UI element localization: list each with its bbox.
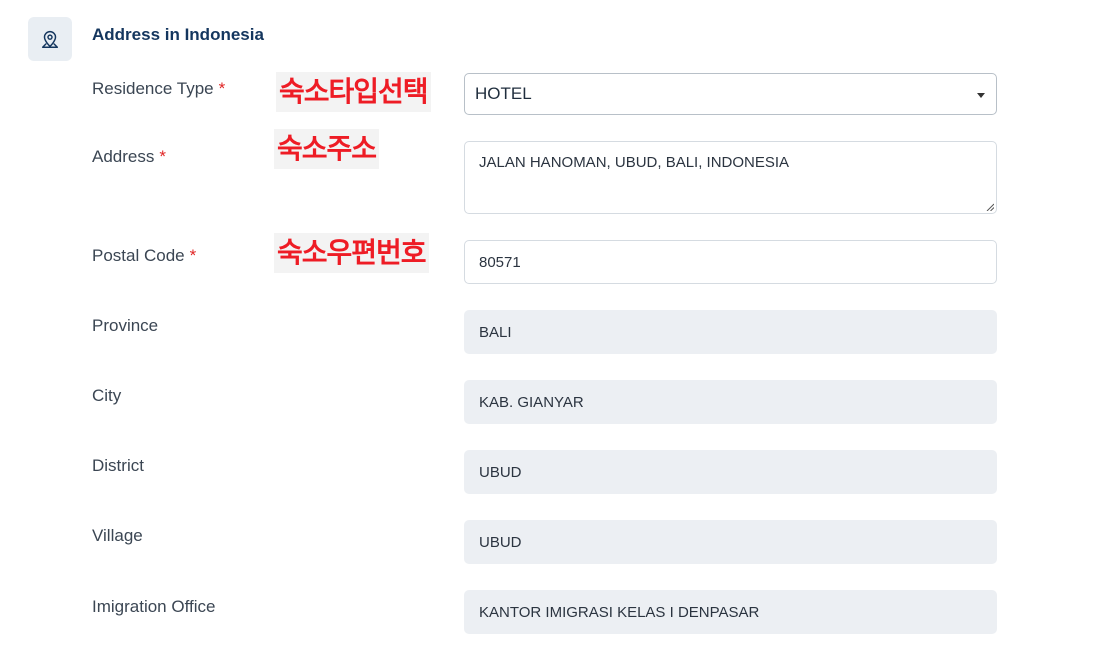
village-label: Village — [92, 526, 143, 545]
chevron-down-icon — [977, 93, 985, 98]
city-label: City — [92, 386, 122, 405]
residence-type-label: Residence Type * — [92, 79, 225, 99]
residence-type-select[interactable]: HOTEL — [464, 73, 997, 115]
postal-code-label-text: Postal Code — [92, 246, 185, 265]
address-label-text: Address — [92, 147, 155, 166]
address-label: Address * — [92, 147, 166, 167]
province-value: BALI — [479, 323, 512, 341]
village-value: UBUD — [479, 533, 522, 551]
province-field: BALI — [464, 310, 997, 354]
city-field: KAB. GIANYAR — [464, 380, 997, 424]
resize-handle-icon[interactable] — [986, 203, 994, 211]
map-pin-icon — [41, 31, 59, 48]
required-mark: * — [218, 79, 226, 98]
immigration-office-value: KANTOR IMIGRASI KELAS I DENPASAR — [479, 603, 760, 621]
district-label: District — [92, 456, 144, 475]
section-icon-box — [28, 17, 72, 61]
district-value: UBUD — [479, 463, 522, 481]
required-mark: * — [189, 246, 197, 265]
required-mark: * — [159, 147, 166, 166]
village-field: UBUD — [464, 520, 997, 564]
residence-type-value: HOTEL — [475, 84, 532, 103]
annotation-residence-type: 숙소타입선택 — [276, 72, 431, 112]
postal-code-input[interactable]: 80571 — [464, 240, 997, 284]
city-value: KAB. GIANYAR — [479, 393, 584, 411]
postal-code-value: 80571 — [479, 253, 521, 271]
immigration-office-field: KANTOR IMIGRASI KELAS I DENPASAR — [464, 590, 997, 634]
immigration-office-label: Imigration Office — [92, 597, 216, 616]
address-textarea[interactable]: JALAN HANOMAN, UBUD, BALI, INDONESIA — [464, 141, 997, 214]
district-field: UBUD — [464, 450, 997, 494]
section-title: Address in Indonesia — [92, 25, 264, 44]
annotation-postal-code: 숙소우편번호 — [274, 233, 429, 273]
residence-type-label-text: Residence Type — [92, 79, 214, 98]
postal-code-label: Postal Code * — [92, 246, 196, 266]
province-label: Province — [92, 316, 159, 335]
annotation-address: 숙소주소 — [274, 129, 380, 169]
address-value: JALAN HANOMAN, UBUD, BALI, INDONESIA — [479, 154, 790, 171]
